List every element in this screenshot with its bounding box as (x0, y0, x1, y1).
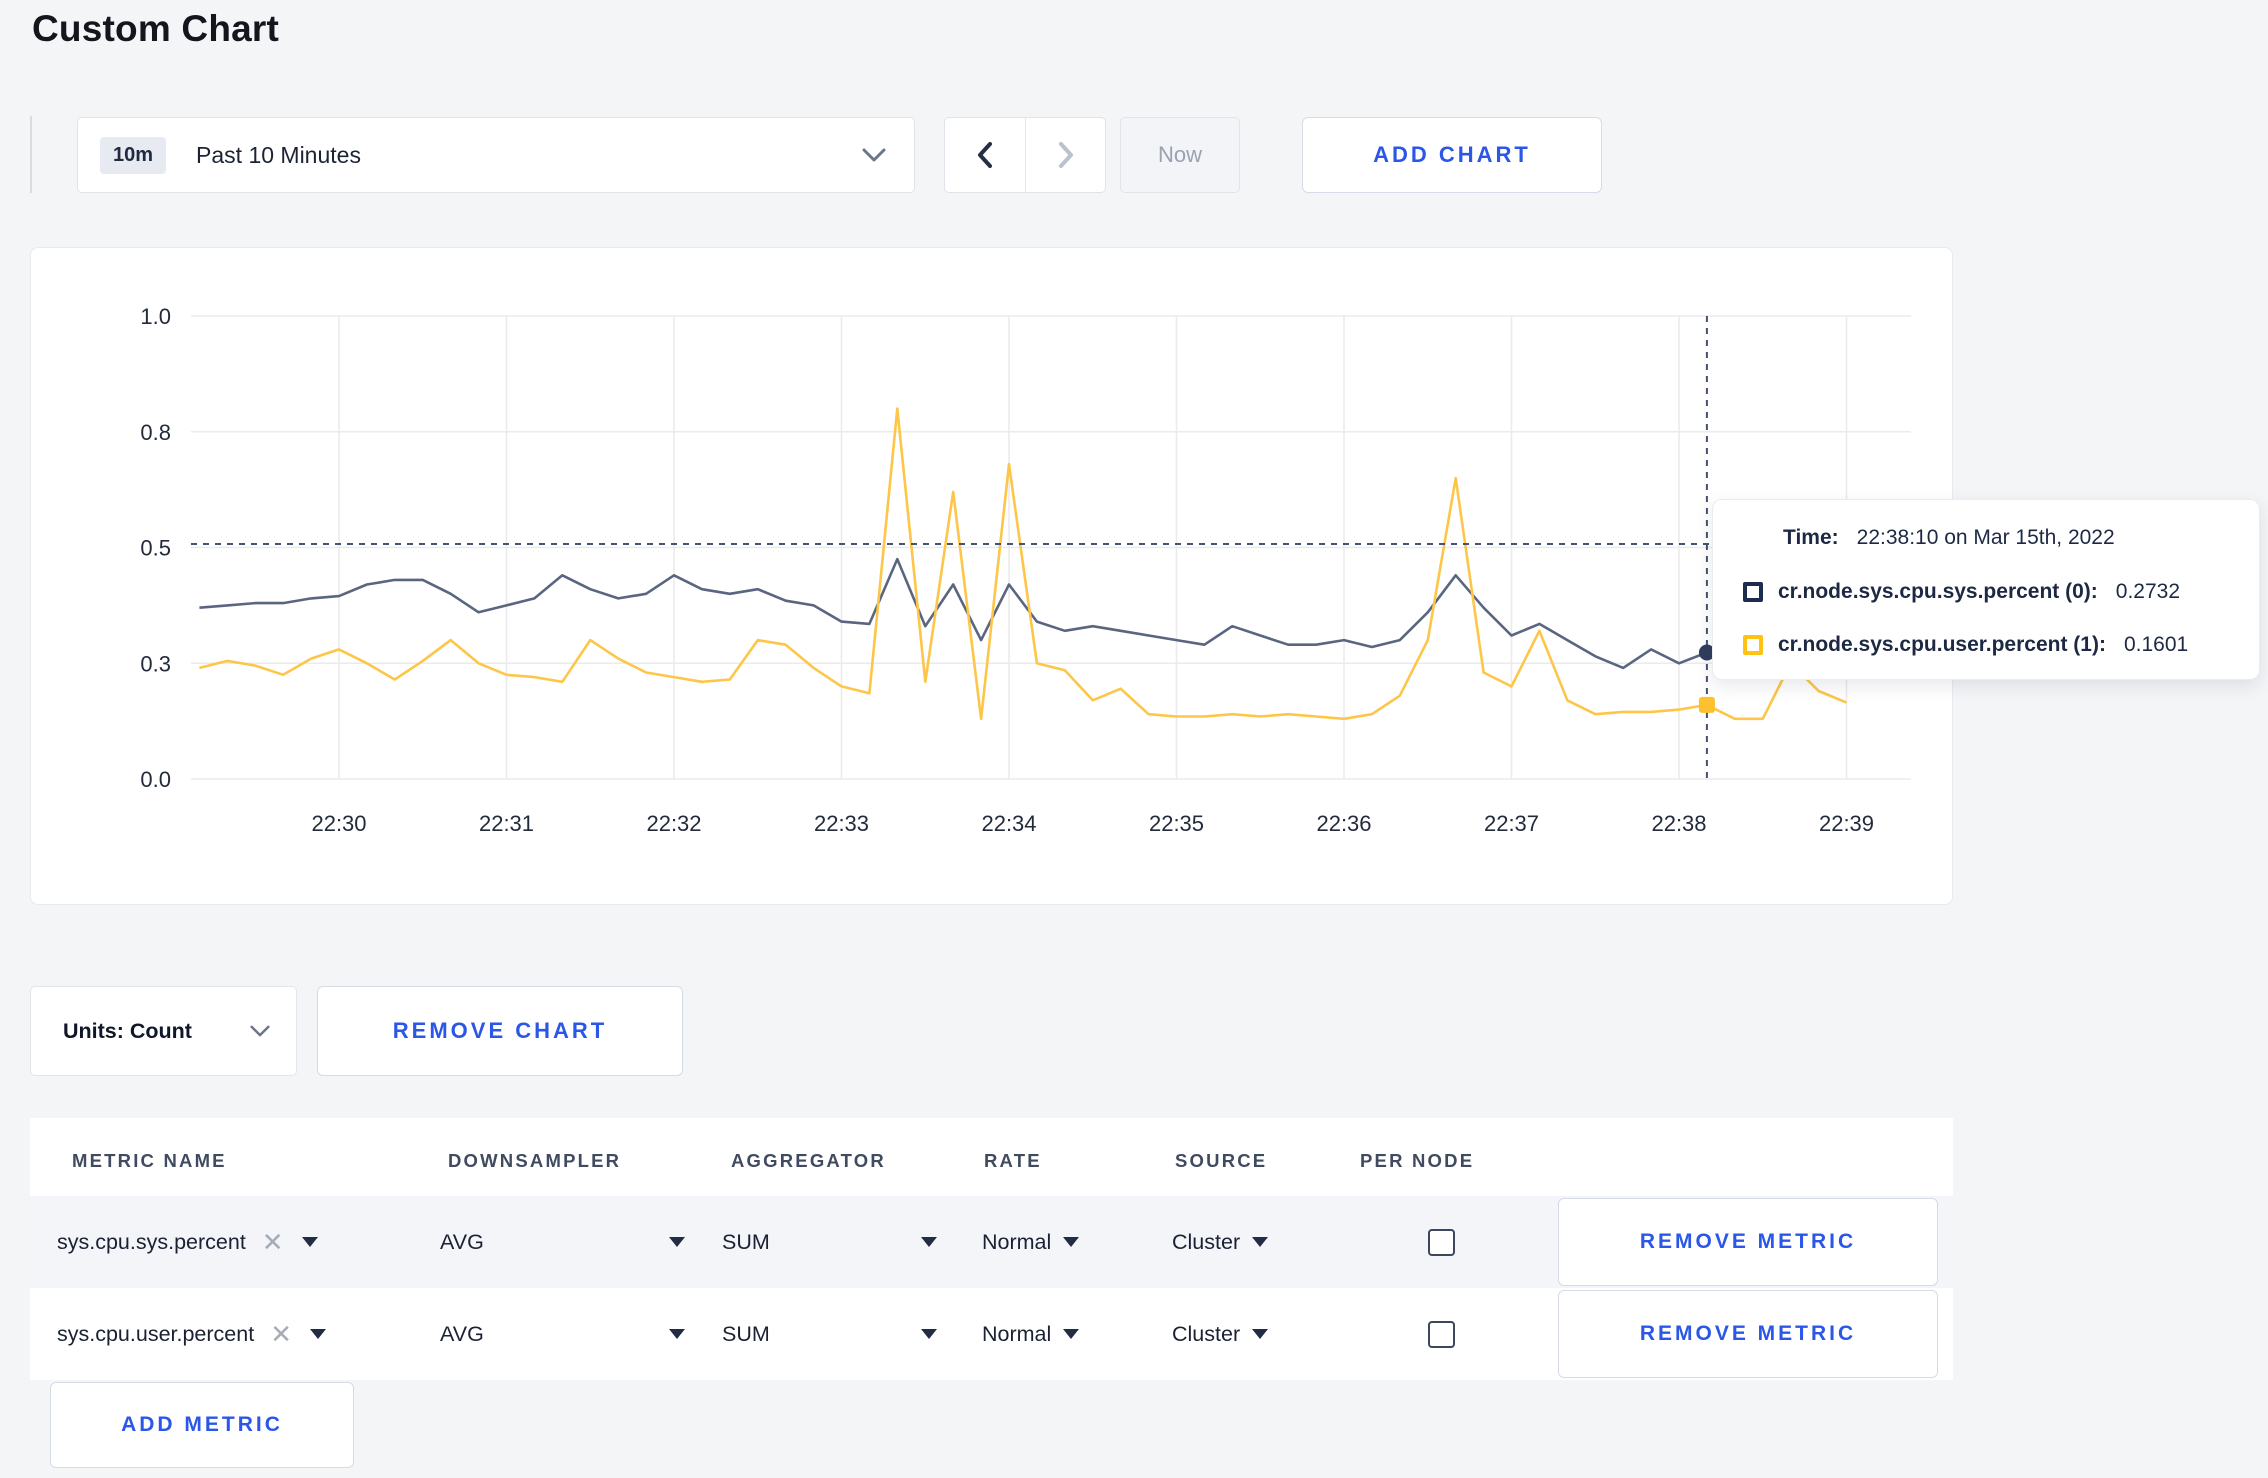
aggregator-value: SUM (722, 1229, 770, 1254)
col-header-downsampler: DOWNSAMPLER (448, 1150, 622, 1171)
page-title: Custom Chart (32, 8, 280, 49)
svg-text:0.5: 0.5 (140, 536, 171, 561)
chevron-down-icon (862, 148, 886, 162)
col-header-metric-name: METRIC NAME (72, 1150, 227, 1171)
caret-down-icon (669, 1329, 685, 1339)
svg-text:22:37: 22:37 (1484, 811, 1539, 836)
metric-name-value: sys.cpu.sys.percent (57, 1229, 246, 1254)
downsampler-value: AVG (440, 1321, 484, 1346)
chart-card: 0.0 0.3 0.5 0.8 1.0 22:30 22:31 22:32 22:33 22:34… (30, 247, 1953, 905)
tooltip-series-value: 0.2732 (2115, 579, 2181, 603)
rate-select[interactable]: Normal (982, 1288, 1080, 1380)
caret-down-icon (309, 1329, 326, 1339)
caret-down-icon (921, 1329, 937, 1339)
source-value: Cluster (1172, 1321, 1241, 1346)
aggregator-value: SUM (722, 1321, 770, 1346)
units-select[interactable]: Units: Count (30, 986, 297, 1076)
next-timewindow-button[interactable] (1025, 118, 1105, 192)
svg-text:22:33: 22:33 (814, 811, 869, 836)
svg-text:22:35: 22:35 (1149, 811, 1204, 836)
svg-text:22:38: 22:38 (1651, 811, 1706, 836)
svg-text:1.0: 1.0 (140, 304, 171, 329)
remove-metric-button[interactable]: REMOVE METRIC (1558, 1198, 1938, 1286)
chart-hover-tooltip: Time: 22:38:10 on Mar 15th, 2022 cr.node… (1712, 499, 2260, 680)
caret-down-icon (669, 1237, 685, 1247)
chevron-down-icon (250, 1025, 270, 1037)
tooltip-series-name: cr.node.sys.cpu.sys.percent (0): (1778, 579, 2098, 603)
caret-down-icon (301, 1237, 318, 1247)
time-range-badge: 10m (100, 136, 167, 174)
add-chart-button[interactable]: ADD CHART (1302, 117, 1602, 193)
clear-metric-icon[interactable]: ✕ (270, 1321, 292, 1347)
time-nav-group (944, 117, 1106, 193)
add-metric-button[interactable]: ADD METRIC (50, 1382, 354, 1468)
svg-text:22:30: 22:30 (311, 811, 366, 836)
per-node-checkbox[interactable] (1428, 1321, 1455, 1348)
source-select[interactable]: Cluster (1172, 1196, 1269, 1288)
col-header-aggregator: AGGREGATOR (731, 1150, 886, 1171)
metric-row: sys.cpu.sys.percent ✕ AVG SUM Normal Clu… (30, 1196, 1953, 1288)
units-label: Units: Count (63, 1018, 192, 1043)
series-swatch-icon (1743, 635, 1763, 655)
tooltip-series-name: cr.node.sys.cpu.user.percent (1): (1778, 633, 2106, 656)
metric-name-select[interactable]: sys.cpu.user.percent ✕ (57, 1288, 326, 1380)
rate-value: Normal (982, 1321, 1052, 1346)
prev-timewindow-button[interactable] (945, 118, 1025, 192)
source-select[interactable]: Cluster (1172, 1288, 1269, 1380)
svg-text:22:36: 22:36 (1316, 811, 1371, 836)
source-value: Cluster (1172, 1229, 1241, 1254)
metric-name-value: sys.cpu.user.percent (57, 1321, 255, 1346)
svg-text:22:31: 22:31 (479, 811, 534, 836)
toolbar-divider (30, 116, 32, 193)
downsampler-select[interactable]: AVG (440, 1196, 685, 1288)
downsampler-select[interactable]: AVG (440, 1288, 685, 1380)
svg-text:0.3: 0.3 (140, 651, 171, 676)
col-header-rate: RATE (984, 1150, 1042, 1171)
svg-text:22:34: 22:34 (981, 811, 1036, 836)
series-swatch-icon (1743, 581, 1763, 602)
svg-text:0.8: 0.8 (140, 420, 171, 445)
svg-text:22:39: 22:39 (1819, 811, 1874, 836)
clear-metric-icon[interactable]: ✕ (262, 1229, 284, 1255)
metric-row: sys.cpu.user.percent ✕ AVG SUM Normal Cl… (30, 1288, 1953, 1380)
col-header-source: SOURCE (1175, 1150, 1268, 1171)
aggregator-select[interactable]: SUM (722, 1196, 937, 1288)
caret-down-icon (921, 1237, 937, 1247)
metrics-table: METRIC NAME DOWNSAMPLER AGGREGATOR RATE … (30, 1118, 1953, 1380)
tooltip-time-label: Time: (1783, 526, 1839, 549)
chevron-left-icon (978, 142, 992, 168)
tooltip-time-value: 22:38:10 on Mar 15th, 2022 (1856, 526, 2115, 549)
caret-down-icon (1252, 1237, 1269, 1247)
col-header-per-node: PER NODE (1360, 1150, 1475, 1171)
time-range-select[interactable]: 10m Past 10 Minutes (77, 117, 915, 193)
metric-name-select[interactable]: sys.cpu.sys.percent ✕ (57, 1196, 318, 1288)
timeseries-chart[interactable]: 0.0 0.3 0.5 0.8 1.0 22:30 22:31 22:32 22:33 22:34… (31, 248, 1954, 906)
caret-down-icon (1063, 1329, 1080, 1339)
time-range-label: Past 10 Minutes (196, 141, 361, 168)
rate-select[interactable]: Normal (982, 1196, 1080, 1288)
downsampler-value: AVG (440, 1229, 484, 1254)
svg-text:0.0: 0.0 (140, 767, 171, 792)
caret-down-icon (1252, 1329, 1269, 1339)
now-button[interactable]: Now (1120, 117, 1240, 193)
tooltip-series-value: 0.1601 (2123, 633, 2189, 656)
svg-text:22:32: 22:32 (646, 811, 701, 836)
aggregator-select[interactable]: SUM (722, 1288, 937, 1380)
per-node-checkbox[interactable] (1428, 1229, 1455, 1256)
chevron-right-icon (1058, 142, 1073, 168)
remove-metric-button[interactable]: REMOVE METRIC (1558, 1290, 1938, 1378)
rate-value: Normal (982, 1229, 1052, 1254)
remove-chart-button[interactable]: REMOVE CHART (317, 986, 683, 1076)
caret-down-icon (1063, 1237, 1080, 1247)
